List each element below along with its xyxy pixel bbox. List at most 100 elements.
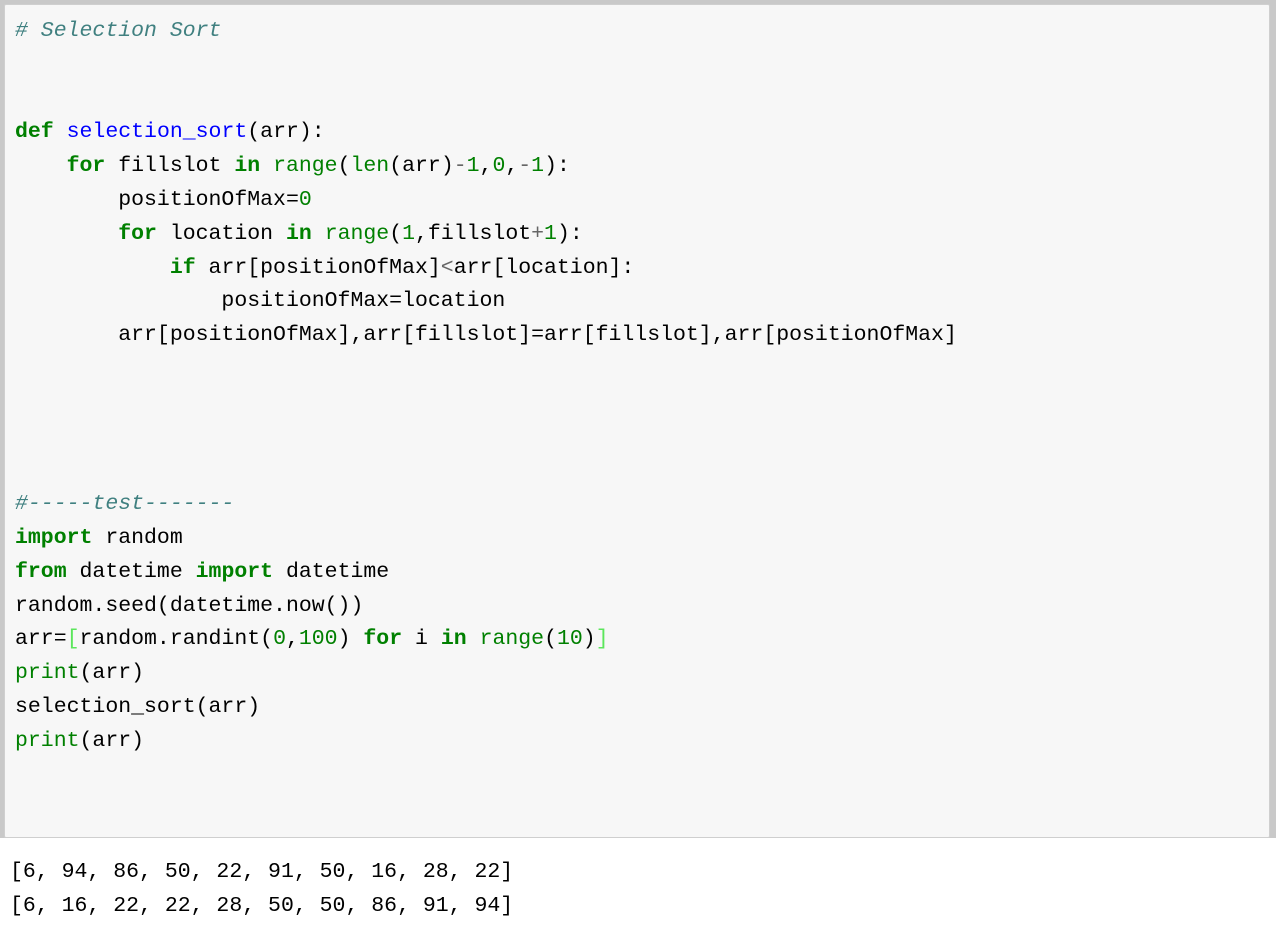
code-token-number: 10 <box>556 627 583 652</box>
code-cell-container: # Selection Sort def selection_sort(arr)… <box>0 0 1276 838</box>
code-editor[interactable]: # Selection Sort def selection_sort(arr)… <box>5 5 1269 759</box>
code-token-keyword: in <box>234 154 261 179</box>
code-token-keyword: for <box>118 221 157 246</box>
code-line: for location in range(1,fillslot+1): <box>15 218 1269 252</box>
code-token-number: 100 <box>298 627 338 652</box>
code-token-plain: ): <box>544 154 570 179</box>
code-line: if arr[positionOfMax]<arr[location]: <box>15 252 1269 286</box>
code-token-plain: , <box>505 154 519 179</box>
code-token-plain: , <box>285 627 299 652</box>
code-token-keyword: in <box>440 627 467 652</box>
code-token-plain: (arr) <box>79 728 145 753</box>
code-token-keyword: from <box>15 559 67 584</box>
output-line: [6, 94, 86, 50, 22, 91, 50, 16, 28, 22] <box>10 860 514 884</box>
code-line: import random <box>15 522 1269 556</box>
output-line: [6, 16, 22, 22, 28, 50, 50, 86, 91, 94] <box>10 893 514 918</box>
cell-output-area: [6, 94, 86, 50, 22, 91, 50, 16, 28, 22] [… <box>0 840 1276 938</box>
code-token-keyword: in <box>285 221 312 246</box>
code-token-plain: arr= <box>15 627 67 652</box>
code-token-builtin: range <box>324 221 390 246</box>
code-token-plain: datetime <box>66 559 196 584</box>
code-token-keyword: import <box>195 559 274 584</box>
code-token-keyword: import <box>15 525 93 550</box>
code-token-plain: (arr) <box>79 661 145 686</box>
code-line: positionOfMax=0 <box>15 184 1269 218</box>
code-token-bracket: [ <box>66 627 80 652</box>
code-token-funcname: selection_sort <box>66 120 248 145</box>
code-token-builtin: range <box>273 154 338 179</box>
code-line: for fillslot in range(len(arr)-1,0,-1): <box>15 150 1269 184</box>
code-token-plain: location <box>156 221 286 246</box>
code-token-plain: random.randint( <box>79 627 274 652</box>
code-token-number: 1 <box>544 221 557 246</box>
code-token-comment: # Selection Sort <box>15 19 222 43</box>
code-token-plain: (arr): <box>247 120 325 145</box>
code-cell[interactable]: # Selection Sort def selection_sort(arr)… <box>4 4 1270 838</box>
code-token-operator: - <box>453 154 467 179</box>
code-token-bracket: ] <box>595 627 609 652</box>
code-token-plain: ,fillslot <box>415 221 532 246</box>
code-token-plain: , <box>479 154 493 179</box>
code-token-plain: ) <box>337 627 364 652</box>
code-token-plain: ) <box>582 627 596 652</box>
code-token-operator: + <box>531 221 545 246</box>
code-token-number: 1 <box>402 221 416 246</box>
code-token-comment: #-----test------- <box>15 492 235 517</box>
code-token-keyword: def <box>15 120 54 145</box>
code-token-plain: positionOfMax=location <box>15 289 506 314</box>
code-token-operator: - <box>518 154 532 179</box>
code-token-plain: ( <box>544 627 557 652</box>
code-token-plain: fillslot <box>105 154 235 179</box>
code-token-plain: selection_sort(arr) <box>15 694 261 719</box>
code-token-plain: ( <box>337 154 351 179</box>
code-line: #-----test------- <box>15 488 1269 522</box>
code-token-builtin: print <box>15 661 80 686</box>
code-token-keyword: for <box>363 627 403 652</box>
code-token-number: 0 <box>273 627 286 652</box>
code-token-plain: i <box>402 627 441 652</box>
code-token-number: 1 <box>466 154 480 179</box>
code-token-number: 1 <box>531 154 545 179</box>
code-token-plain: ): <box>556 221 583 246</box>
code-token-operator: < <box>440 255 454 280</box>
code-line: print(arr) <box>15 657 1269 691</box>
code-token-plain: random.seed(datetime.now()) <box>15 593 364 618</box>
code-token-builtin: print <box>15 728 80 753</box>
code-token-number: 0 <box>298 187 312 212</box>
code-line: positionOfMax=location <box>15 285 1269 319</box>
code-token-plain: ( <box>389 221 403 246</box>
code-line: random.seed(datetime.now()) <box>15 590 1269 624</box>
code-token-plain: arr[positionOfMax] <box>195 255 441 280</box>
code-line: from datetime import datetime <box>15 556 1269 590</box>
code-token-keyword: if <box>169 255 196 280</box>
code-token-keyword: for <box>66 154 106 179</box>
code-line: arr[positionOfMax],arr[fillslot]=arr[fil… <box>15 319 1269 353</box>
code-line: print(arr) <box>15 725 1269 759</box>
code-line: def selection_sort(arr): <box>15 116 1269 150</box>
cell-output-text: [6, 94, 86, 50, 22, 91, 50, 16, 28, 22] [… <box>0 840 1276 924</box>
code-token-plain: arr[positionOfMax],arr[fillslot]=arr[fil… <box>15 323 957 348</box>
code-token-number: 0 <box>492 154 506 179</box>
notebook-page: # Selection Sort def selection_sort(arr)… <box>0 0 1276 938</box>
code-token-builtin: range <box>479 627 545 652</box>
code-token-plain: random <box>92 525 183 550</box>
code-line: arr=[random.randint(0,100) for i in rang… <box>15 623 1269 657</box>
code-token-plain: arr[location]: <box>453 255 635 280</box>
code-token-builtin: len <box>350 154 390 179</box>
code-token-plain: (arr) <box>389 154 454 179</box>
code-line: selection_sort(arr) <box>15 691 1269 725</box>
code-token-plain: datetime <box>273 559 390 584</box>
